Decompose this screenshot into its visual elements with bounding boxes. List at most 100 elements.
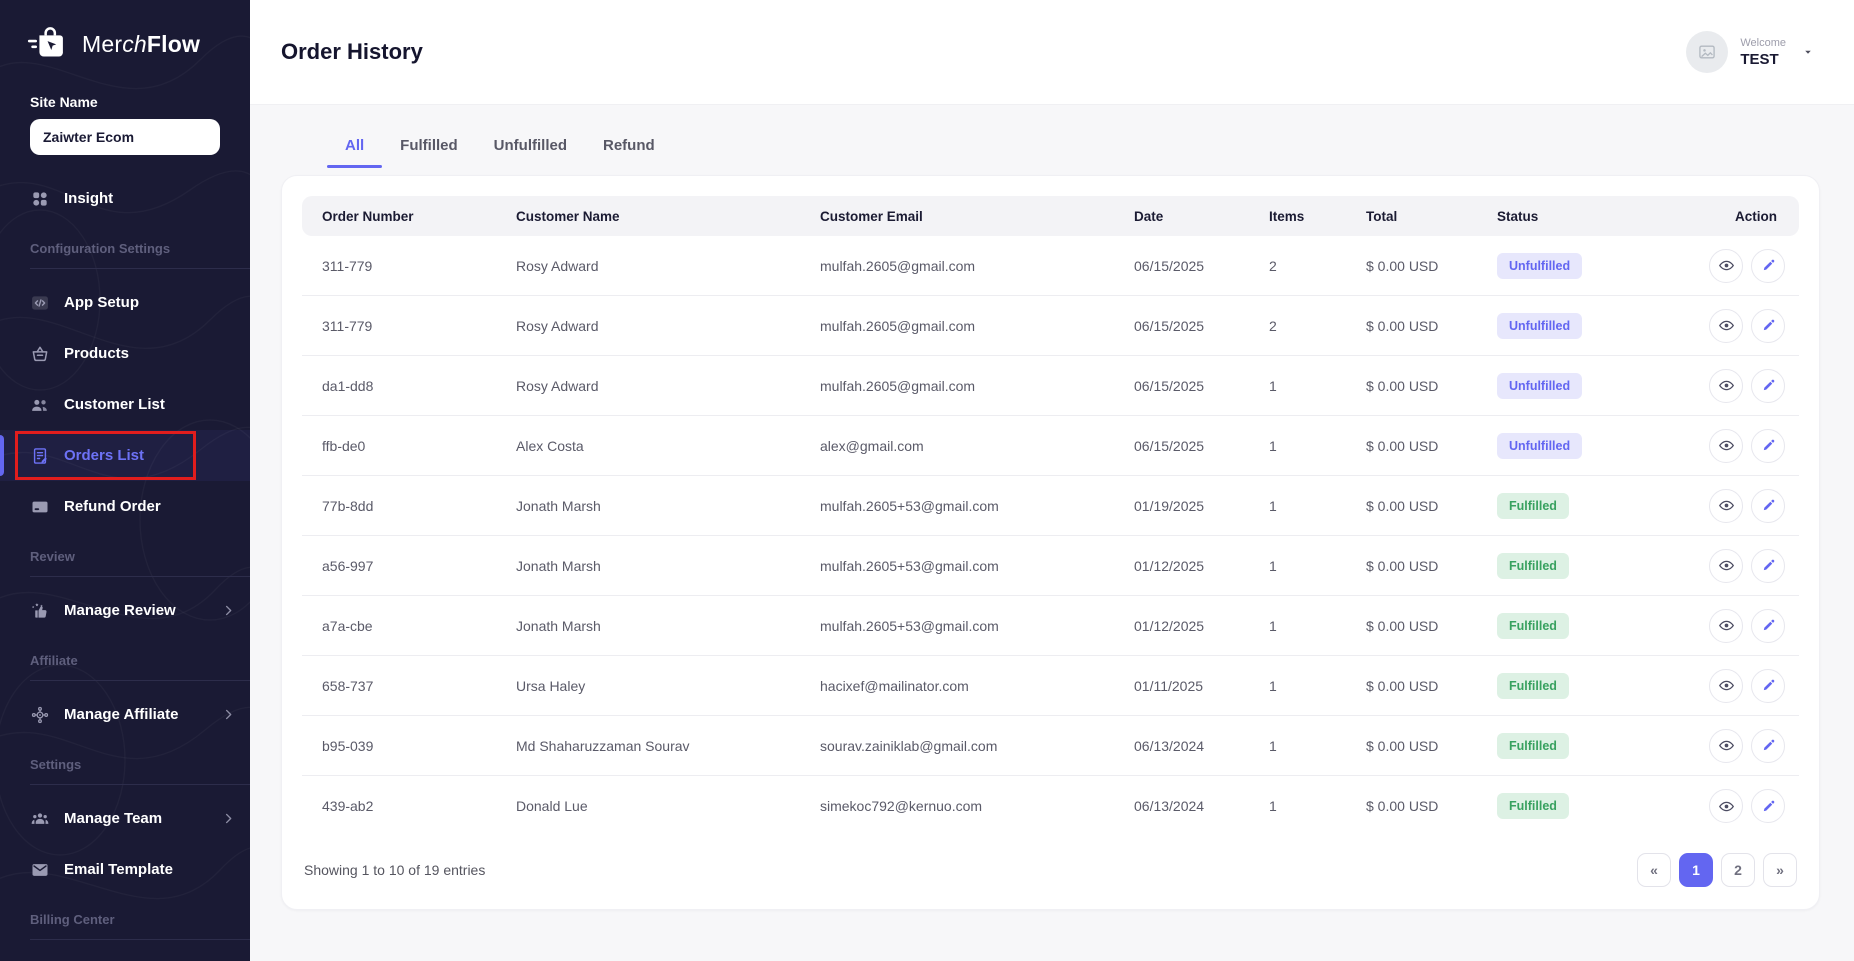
caret-down-icon[interactable] (1802, 46, 1814, 58)
cell-customer-name: Rosy Adward (500, 236, 804, 296)
status-badge: Fulfilled (1497, 612, 1569, 639)
cell-status: Fulfilled (1481, 476, 1661, 536)
welcome-label: Welcome (1740, 36, 1786, 49)
cell-customer-email: mulfah.2605@gmail.com (804, 356, 1118, 416)
edit-order-button[interactable] (1751, 548, 1785, 583)
sidebar-item-email-template[interactable]: Email Template (0, 844, 250, 895)
sidebar-item-label: Manage Review (64, 602, 176, 619)
status-badge: Fulfilled (1497, 672, 1569, 699)
column-header-date: Date (1118, 196, 1253, 236)
eye-icon (1718, 798, 1735, 815)
cell-customer-name: Jonath Marsh (500, 536, 804, 596)
status-badge: Fulfilled (1497, 492, 1569, 519)
cell-action (1661, 416, 1799, 476)
cell-customer-email: hacixef@mailinator.com (804, 656, 1118, 716)
edit-order-button[interactable] (1751, 668, 1785, 703)
edit-order-button[interactable] (1751, 248, 1785, 283)
table-footer: Showing 1 to 10 of 19 entries «1 2» (302, 836, 1799, 895)
review-icon (30, 601, 50, 621)
orders-table: Order Number Customer Name Customer Email D… (302, 196, 1799, 836)
table-row: a56-997 Jonath Marsh mulfah.2605+53@gmail.… (302, 536, 1799, 596)
status-badge: Fulfilled (1497, 552, 1569, 579)
edit-order-button[interactable] (1751, 308, 1785, 343)
edit-order-button[interactable] (1751, 488, 1785, 523)
view-order-button[interactable] (1709, 248, 1743, 283)
site-name-input[interactable] (30, 119, 220, 155)
page-title: Order History (281, 39, 423, 64)
tab-refund[interactable]: Refund (599, 127, 659, 168)
affiliate-icon (30, 705, 50, 725)
table-row: 439-ab2 Donald Lue simekoc792@kernuo.com 06… (302, 776, 1799, 836)
sidebar-item-pricing[interactable]: $Pricing (0, 948, 250, 961)
sidebar: MerchFlow Site Name Insight Configuration… (0, 0, 250, 961)
cell-order-number: ffb-de0 (302, 416, 500, 476)
brand-name: MerchFlow (82, 30, 201, 57)
tab-all[interactable]: All (326, 127, 383, 168)
view-order-button[interactable] (1709, 668, 1743, 703)
pagination: «1 2» (1637, 853, 1797, 887)
eye-icon (1718, 557, 1735, 574)
column-header-total: Total (1350, 196, 1481, 236)
section-label-settings: Settings (30, 757, 250, 785)
view-order-button[interactable] (1709, 789, 1743, 823)
cell-order-number: 658-737 (302, 656, 500, 716)
pagination-next-button[interactable]: » (1763, 853, 1797, 887)
pencil-icon (1760, 437, 1777, 454)
view-order-button[interactable] (1709, 728, 1743, 763)
pagination-page-2[interactable]: 2 (1721, 853, 1755, 887)
sidebar-item-customer-list[interactable]: Customer List (0, 379, 250, 430)
tab-unfulfilled[interactable]: Unfulfilled (490, 127, 571, 168)
active-indicator-bar (0, 435, 4, 476)
edit-order-button[interactable] (1751, 728, 1785, 763)
cell-order-number: 311-779 (302, 296, 500, 356)
sidebar-item-products[interactable]: Products (0, 328, 250, 379)
sidebar-item-manage-affiliate[interactable]: Manage Affiliate (0, 689, 250, 740)
tab-fulfilled[interactable]: Fulfilled (396, 127, 462, 168)
table-body: 311-779 Rosy Adward mulfah.2605@gmail.com 0… (302, 236, 1799, 836)
status-badge: Unfulfilled (1497, 252, 1583, 279)
cell-order-number: da1-dd8 (302, 356, 500, 416)
sidebar-item-app-setup[interactable]: App Setup (0, 277, 250, 328)
cell-customer-name: Rosy Adward (500, 296, 804, 356)
cell-customer-email: alex@gmail.com (804, 416, 1118, 476)
edit-order-button[interactable] (1751, 789, 1785, 823)
cell-customer-email: mulfah.2605+53@gmail.com (804, 476, 1118, 536)
sidebar-item-label: Products (64, 345, 130, 362)
sidebar-item-manage-review[interactable]: Manage Review (0, 585, 250, 636)
cell-total: $ 0.00 USD (1350, 596, 1481, 656)
view-order-button[interactable] (1709, 548, 1743, 583)
column-header-items: Items (1253, 196, 1350, 236)
showing-entries-text: Showing 1 to 10 of 19 entries (304, 862, 486, 878)
table-row: 77b-8dd Jonath Marsh mulfah.2605+53@gmail.… (302, 476, 1799, 536)
orders-card: Order Number Customer Name Customer Email D… (281, 175, 1820, 910)
eye-icon (1718, 437, 1735, 454)
cell-status: Unfulfilled (1481, 296, 1661, 356)
pagination-prev-button[interactable]: « (1637, 853, 1671, 887)
eye-icon (1718, 317, 1735, 334)
edit-order-button[interactable] (1751, 368, 1785, 403)
sidebar-item-manage-team[interactable]: Manage Team (0, 793, 250, 844)
cell-customer-name: Alex Costa (500, 416, 804, 476)
view-order-button[interactable] (1709, 608, 1743, 643)
view-order-button[interactable] (1709, 368, 1743, 403)
view-order-button[interactable] (1709, 488, 1743, 523)
pencil-icon (1760, 317, 1777, 334)
sidebar-item-refund-order[interactable]: Refund Order (0, 481, 250, 532)
profile-menu[interactable]: Welcome TEST (1686, 31, 1814, 73)
code-icon (30, 293, 50, 313)
cell-action (1661, 536, 1799, 596)
eye-icon (1718, 617, 1735, 634)
chevron-right-icon (221, 603, 236, 618)
sidebar-item-insight[interactable]: Insight (0, 173, 250, 224)
pagination-page-1[interactable]: 1 (1679, 853, 1713, 887)
brand[interactable]: MerchFlow (0, 0, 250, 72)
sidebar-item-orders-list[interactable]: Orders List (0, 430, 250, 481)
cell-customer-name: Ursa Haley (500, 656, 804, 716)
table-row: da1-dd8 Rosy Adward mulfah.2605@gmail.com 0… (302, 356, 1799, 416)
table-header-row: Order Number Customer Name Customer Email D… (302, 196, 1799, 236)
view-order-button[interactable] (1709, 428, 1743, 463)
topbar: Order History Welcome TEST (250, 0, 1854, 105)
edit-order-button[interactable] (1751, 608, 1785, 643)
view-order-button[interactable] (1709, 308, 1743, 343)
edit-order-button[interactable] (1751, 428, 1785, 463)
